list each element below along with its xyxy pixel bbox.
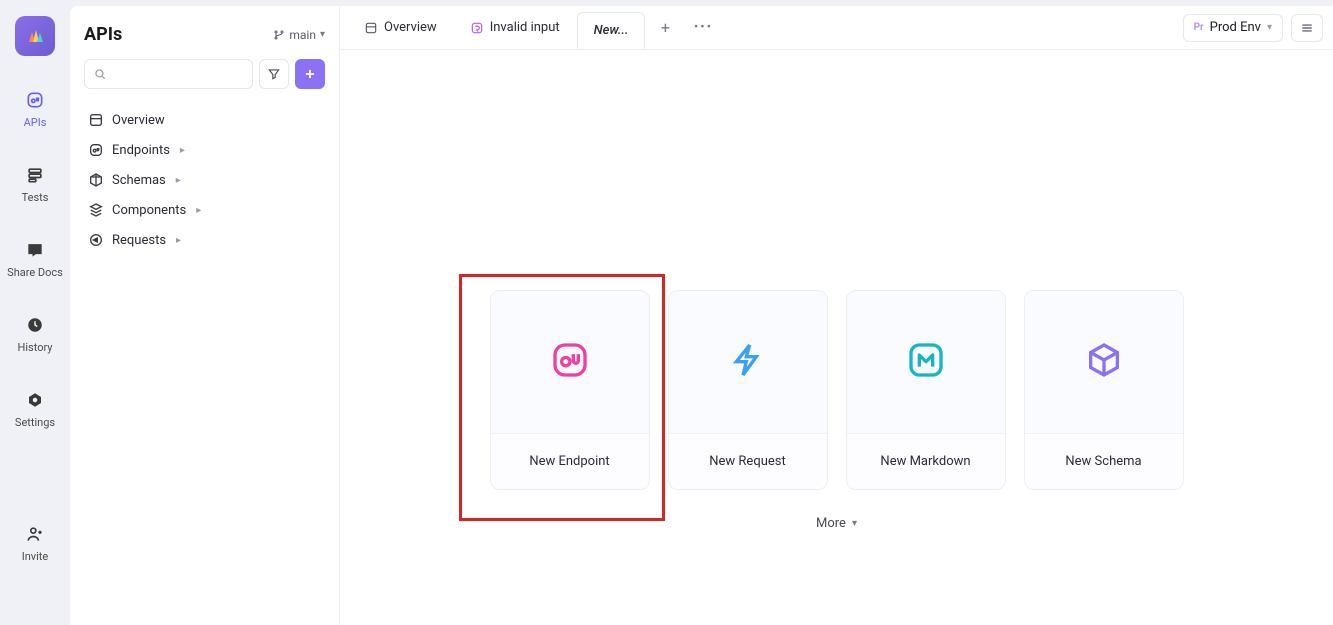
tab-add-button[interactable]: + — [645, 6, 685, 49]
rail-label: Invite — [22, 550, 49, 563]
rail-item-history[interactable]: History — [0, 315, 70, 354]
card-label: New Request — [669, 433, 827, 489]
overview-icon — [364, 21, 378, 35]
add-button[interactable] — [295, 59, 325, 89]
tree-item-requests[interactable]: Requests ▸ — [84, 225, 325, 255]
components-icon — [88, 202, 104, 218]
tab-label: New... — [594, 23, 629, 38]
card-new-request[interactable]: New Request — [668, 290, 828, 490]
rail-label: History — [18, 341, 53, 354]
tree-label: Requests — [112, 233, 166, 248]
nav-rail: APIs Tests Share Docs History Settings I… — [0, 0, 70, 619]
endpoint-icon — [550, 340, 590, 384]
menu-button[interactable] — [1291, 14, 1323, 42]
chevron-right-icon: ▸ — [176, 235, 181, 246]
filter-button[interactable] — [259, 59, 289, 89]
side-panel: APIs main ▾ Overview Endpoints ▸ — [70, 6, 340, 625]
filter-icon — [267, 67, 281, 81]
tab-more-button[interactable]: ••• — [685, 6, 721, 49]
share-docs-icon — [25, 240, 45, 260]
card-new-endpoint[interactable]: New Endpoint — [490, 290, 650, 490]
tab-new[interactable]: New... — [577, 12, 646, 49]
card-new-markdown[interactable]: New Markdown — [846, 290, 1006, 490]
tree-item-schemas[interactable]: Schemas ▸ — [84, 165, 325, 195]
rail-item-settings[interactable]: Settings — [0, 390, 70, 429]
tree-label: Endpoints — [112, 143, 170, 158]
cube-icon — [1084, 340, 1124, 384]
endpoints-icon — [88, 142, 104, 158]
tree-item-overview[interactable]: Overview — [84, 105, 325, 135]
chevron-right-icon: ▸ — [176, 175, 181, 186]
rail-item-share-docs[interactable]: Share Docs — [0, 240, 70, 279]
card-label: New Schema — [1025, 433, 1183, 489]
more-button[interactable]: More ▾ — [816, 516, 857, 531]
apis-icon — [25, 90, 45, 110]
branch-icon — [273, 29, 285, 41]
chevron-right-icon: ▸ — [196, 205, 201, 216]
ellipsis-icon: ••• — [694, 20, 713, 35]
tree-label: Components — [112, 203, 186, 218]
card-label: New Markdown — [847, 433, 1005, 489]
rail-label: Settings — [15, 416, 55, 429]
tests-icon — [25, 165, 45, 185]
tab-label: Overview — [384, 20, 437, 35]
rail-label: APIs — [24, 116, 47, 129]
rail-item-tests[interactable]: Tests — [0, 165, 70, 204]
chevron-down-icon: ▾ — [320, 29, 325, 40]
plus-icon — [303, 67, 317, 81]
main-area: Overview Invalid input New... + ••• Pr P… — [340, 6, 1333, 625]
invite-icon — [25, 524, 45, 544]
tree-item-endpoints[interactable]: Endpoints ▸ — [84, 135, 325, 165]
hamburger-icon — [1300, 21, 1314, 35]
search-icon — [93, 67, 107, 81]
more-label: More — [816, 516, 846, 531]
chevron-right-icon: ▸ — [180, 145, 185, 156]
env-label: Prod Env — [1210, 20, 1261, 35]
app-logo-shapes-icon — [23, 24, 47, 48]
requests-icon — [88, 232, 104, 248]
app-logo[interactable] — [15, 16, 55, 56]
bolt-icon — [728, 340, 768, 384]
tree-label: Schemas — [112, 173, 166, 188]
response-icon — [470, 21, 484, 35]
chevron-down-icon: ▾ — [852, 518, 857, 529]
tree-item-components[interactable]: Components ▸ — [84, 195, 325, 225]
panel-title: APIs — [84, 24, 122, 45]
tab-invalid-input[interactable]: Invalid input — [454, 6, 577, 49]
overview-icon — [88, 112, 104, 128]
tree-label: Overview — [112, 113, 165, 128]
plus-icon: + — [661, 18, 670, 37]
rail-item-apis[interactable]: APIs — [0, 90, 70, 129]
new-item-stage: New Endpoint New Request New Markdown — [340, 50, 1333, 625]
rail-label: Share Docs — [7, 266, 63, 279]
card-new-schema[interactable]: New Schema — [1024, 290, 1184, 490]
branch-selector[interactable]: main ▾ — [273, 28, 325, 42]
search-input[interactable] — [84, 59, 253, 89]
markdown-icon — [906, 340, 946, 384]
settings-icon — [25, 390, 45, 410]
branch-label: main — [289, 28, 316, 42]
environment-selector[interactable]: Pr Prod Env ▾ — [1183, 14, 1283, 42]
rail-label: Tests — [22, 191, 49, 204]
card-label: New Endpoint — [491, 433, 649, 489]
history-icon — [25, 315, 45, 335]
rail-item-invite[interactable]: Invite — [0, 524, 70, 563]
chevron-down-icon: ▾ — [1267, 22, 1272, 33]
env-tag: Pr — [1194, 22, 1204, 33]
tab-bar: Overview Invalid input New... + ••• Pr P… — [340, 6, 1333, 50]
tab-overview[interactable]: Overview — [348, 6, 454, 49]
schemas-icon — [88, 172, 104, 188]
tab-label: Invalid input — [490, 20, 560, 35]
